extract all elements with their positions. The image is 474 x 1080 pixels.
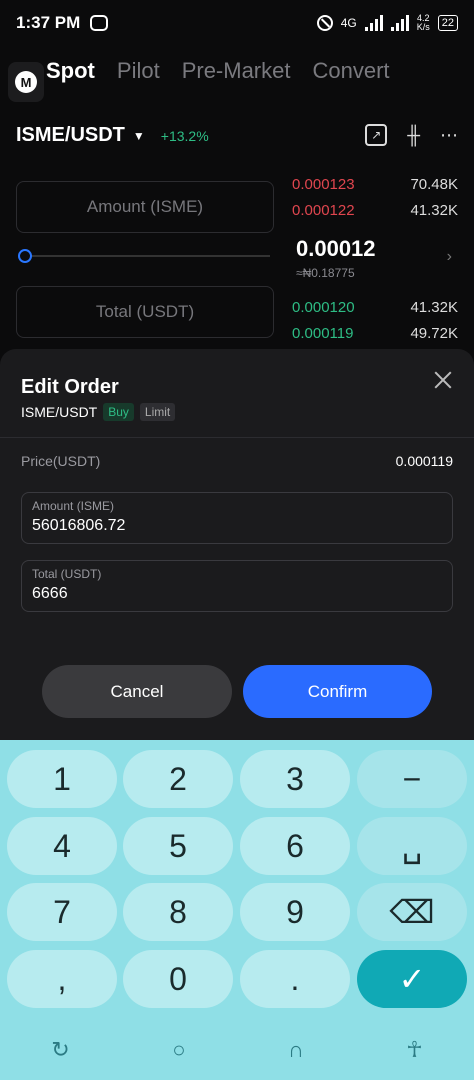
tab-convert[interactable]: Convert (312, 58, 389, 84)
tab-pilot[interactable]: Pilot (117, 58, 160, 84)
accessibility-icon[interactable]: ☥ (406, 1037, 422, 1063)
status-bar: 1:37 PM 4G 4.2 K/s 22 (0, 0, 474, 46)
key-1[interactable]: 1 (7, 750, 117, 808)
signal-icon-2 (390, 15, 409, 31)
type-badge: Limit (139, 403, 176, 421)
last-price: 0.00012 (296, 236, 376, 261)
key-6[interactable]: 6 (240, 817, 350, 875)
sheet-title: Edit Order (21, 376, 119, 398)
network-speed: 4.2 K/s (416, 13, 430, 32)
divider (0, 437, 474, 438)
key-8[interactable]: 8 (123, 883, 233, 941)
key-minus[interactable]: − (357, 750, 467, 808)
space-key-icon[interactable]: ␣ (357, 817, 467, 875)
key-4[interactable]: 4 (7, 817, 117, 875)
total-field[interactable]: Total (USDT) 6666 (21, 560, 453, 612)
app-logo[interactable]: M (8, 62, 44, 102)
signal-icon (364, 15, 383, 31)
pair-name: ISME/USDT (16, 124, 125, 146)
backspace-icon[interactable]: ⌫ (357, 883, 467, 941)
pair-selector[interactable]: ISME/USDT ▼ +13.2% (16, 124, 209, 147)
orderbook-bid-row[interactable]: 0.000119 49.72K (292, 325, 458, 342)
amount-field-label: Amount (ISME) (32, 499, 115, 513)
checkmark-icon[interactable]: ✓ (357, 950, 467, 1008)
total-input[interactable]: Total (USDT) (16, 286, 274, 338)
amount-field[interactable]: Amount (ISME) 56016806.72 (21, 492, 453, 544)
key-7[interactable]: 7 (7, 883, 117, 941)
price-row: Price(USDT) 0.000119 (21, 453, 453, 469)
key-9[interactable]: 9 (240, 883, 350, 941)
key-period[interactable]: . (240, 950, 350, 1008)
tab-pre-market[interactable]: Pre-Market (182, 58, 291, 84)
recents-icon[interactable]: ↻ (51, 1037, 69, 1063)
price-label: Price(USDT) (21, 453, 101, 469)
battery-icon: 22 (437, 15, 458, 31)
do-not-disturb-icon (316, 15, 333, 31)
chevron-down-icon: ▼ (132, 128, 145, 143)
close-icon[interactable] (432, 369, 454, 391)
messenger-notification-icon (90, 15, 109, 31)
orderbook-ask-row[interactable]: 0.000122 41.32K (292, 202, 458, 219)
tab-spot[interactable]: Spot (46, 58, 95, 84)
trade-tabs: Spot Pilot Pre-Market Convert (46, 58, 390, 84)
system-nav-bar: ↻ ○ ∩ ☥ (0, 1020, 474, 1080)
chart-icon[interactable]: ↗ (365, 124, 388, 146)
slider-knob[interactable] (18, 249, 32, 263)
side-badge: Buy (103, 403, 134, 421)
candlestick-icon[interactable]: ╫ (407, 125, 420, 146)
total-field-label: Total (USDT) (32, 567, 102, 581)
key-3[interactable]: 3 (240, 750, 350, 808)
status-time: 1:37 PM (16, 13, 81, 32)
cancel-button[interactable]: Cancel (42, 665, 232, 718)
key-comma[interactable]: , (7, 950, 117, 1008)
pair-change: +13.2% (160, 127, 209, 144)
amount-field-value[interactable]: 56016806.72 (32, 517, 442, 535)
orderbook-ask-row[interactable]: 0.000123 70.48K (292, 176, 458, 193)
price-value: 0.000119 (395, 453, 453, 469)
key-2[interactable]: 2 (123, 750, 233, 808)
last-price-fiat: ≈₦0.18775 (296, 266, 355, 280)
percentage-slider[interactable] (18, 249, 270, 263)
order-pair: ISME/USDT (21, 404, 98, 420)
amount-input[interactable]: Amount (ISME) (16, 181, 274, 233)
edit-order-sheet: Edit Order ISME/USDT Buy Limit Price(USD… (0, 349, 474, 740)
home-icon[interactable]: ○ (172, 1037, 185, 1063)
back-icon[interactable]: ∩ (288, 1037, 304, 1063)
network-type: 4G (340, 16, 357, 30)
orderbook-bid-row[interactable]: 0.000120 41.32K (292, 299, 458, 316)
total-field-value[interactable]: 6666 (32, 585, 442, 603)
numeric-keyboard: 1 2 3 − 4 5 6 ␣ 7 8 9 ⌫ , 0 . ✓ ↻ ○ ∩ ☥ (0, 740, 474, 1080)
key-5[interactable]: 5 (123, 817, 233, 875)
key-0[interactable]: 0 (123, 950, 233, 1008)
chevron-right-icon[interactable]: › (447, 248, 452, 266)
more-icon[interactable]: ⋯ (440, 125, 458, 146)
confirm-button[interactable]: Confirm (243, 665, 432, 718)
